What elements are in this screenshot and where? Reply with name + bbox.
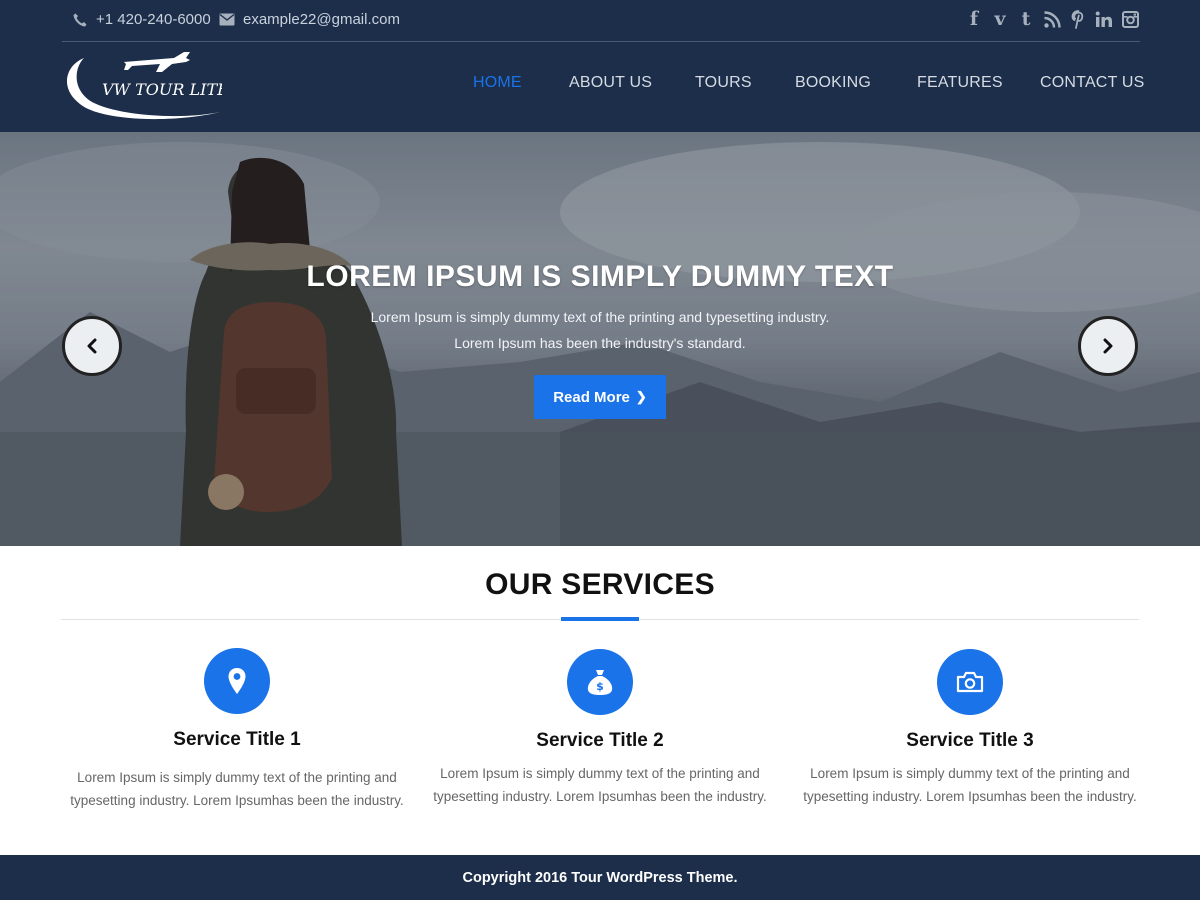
service-title: Service Title 2 bbox=[536, 730, 664, 751]
money-bag-icon: $ bbox=[567, 649, 633, 715]
svg-text:$: $ bbox=[596, 680, 604, 693]
social-links: f v t bbox=[958, 8, 1140, 30]
phone-icon bbox=[73, 13, 87, 26]
services-accent-bar bbox=[561, 617, 639, 621]
service-card-2: $ Service Title 2 Lorem Ipsum is simply … bbox=[420, 649, 780, 808]
nav-booking[interactable]: BOOKING bbox=[795, 74, 871, 92]
services-heading: OUR SERVICES bbox=[485, 568, 715, 601]
service-description: Lorem Ipsum is simply dummy text of the … bbox=[70, 770, 404, 808]
chevron-right-icon bbox=[1103, 338, 1113, 354]
service-description: Lorem Ipsum is simply dummy text of the … bbox=[433, 766, 767, 804]
service-title: Service Title 1 bbox=[173, 729, 301, 750]
nav-contact-us[interactable]: CONTACT US bbox=[1040, 74, 1145, 92]
service-title: Service Title 3 bbox=[906, 730, 1034, 751]
top-bar: +1 420-240-6000 example22@gmail.com f v … bbox=[62, 0, 1140, 42]
copyright-text: Copyright 2016 Tour WordPress Theme. bbox=[462, 869, 738, 886]
service-description: Lorem Ipsum is simply dummy text of the … bbox=[803, 766, 1137, 804]
phone-contact[interactable]: +1 420-240-6000 bbox=[72, 11, 211, 28]
site-footer: Copyright 2016 Tour WordPress Theme. bbox=[0, 855, 1200, 900]
tumblr-icon[interactable]: t bbox=[1016, 8, 1036, 30]
slider-next-button[interactable] bbox=[1078, 316, 1138, 376]
nav-home[interactable]: HOME bbox=[473, 74, 522, 92]
email-contact[interactable]: example22@gmail.com bbox=[219, 11, 400, 28]
nav-tours[interactable]: TOURS bbox=[695, 74, 752, 92]
chevron-right-icon: ❯ bbox=[635, 389, 647, 404]
vimeo-icon[interactable]: v bbox=[990, 8, 1010, 30]
slider-prev-button[interactable] bbox=[62, 316, 122, 376]
nav-about-us[interactable]: ABOUT US bbox=[569, 74, 652, 92]
service-card-3: Service Title 3 Lorem Ipsum is simply du… bbox=[790, 649, 1150, 808]
site-header: +1 420-240-6000 example22@gmail.com f v … bbox=[0, 0, 1200, 132]
service-card-1: Service Title 1 Lorem Ipsum is simply du… bbox=[57, 648, 417, 812]
instagram-icon[interactable] bbox=[1120, 8, 1140, 30]
chevron-left-icon bbox=[87, 338, 97, 354]
camera-icon bbox=[937, 649, 1003, 715]
hero-description: Lorem Ipsum is simply dummy text of the … bbox=[370, 309, 830, 351]
read-more-button[interactable]: Read More ❯ bbox=[534, 375, 666, 419]
email-address: example22@gmail.com bbox=[243, 11, 400, 28]
read-more-label: Read More bbox=[553, 388, 630, 406]
hero-slider: LOREM IPSUM IS SIMPLY DUMMY TEXT Lorem I… bbox=[0, 132, 1200, 546]
envelope-icon bbox=[219, 13, 235, 26]
rss-icon[interactable] bbox=[1042, 8, 1062, 30]
pinterest-icon[interactable] bbox=[1068, 8, 1088, 30]
map-marker-icon bbox=[204, 648, 270, 714]
main-navigation: HOME ABOUT US TOURS BOOKING FEATURES CON… bbox=[0, 74, 1200, 100]
nav-features[interactable]: FEATURES bbox=[917, 74, 1003, 92]
linkedin-icon[interactable] bbox=[1094, 8, 1114, 30]
facebook-icon[interactable]: f bbox=[964, 8, 984, 30]
hero-title: LOREM IPSUM IS SIMPLY DUMMY TEXT bbox=[306, 260, 894, 293]
phone-number: +1 420-240-6000 bbox=[96, 11, 211, 28]
